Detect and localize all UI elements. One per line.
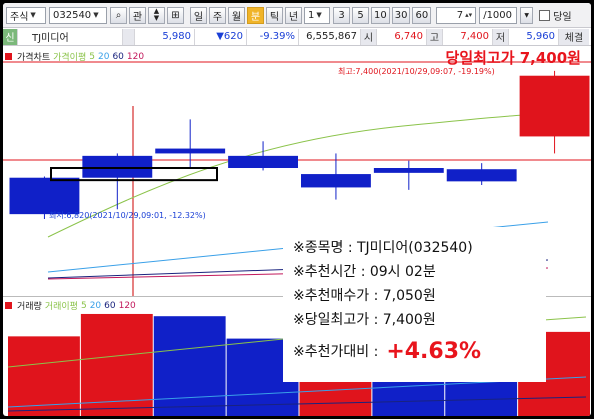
ma120-label: 120 <box>126 51 145 62</box>
high-marker-label: 최고:7,400(2021/10/29,09:07, -19.19%) <box>338 67 495 76</box>
count-input[interactable]: 7 ▴▾ <box>436 6 477 24</box>
volume-ma-label: 거래이평 <box>44 302 78 312</box>
volume-bar <box>153 316 226 416</box>
count-max: /1000 <box>479 6 518 24</box>
volume-legend: 거래량 거래이평 5 20 60 120 <box>5 299 138 312</box>
ma20-label: 20 <box>97 51 110 62</box>
market-select[interactable]: 주식 ▼ <box>6 6 46 24</box>
count-value: 7 <box>456 9 464 21</box>
today-high-headline: 당일최고가 7,400원 <box>445 49 581 67</box>
candle-body <box>446 169 517 182</box>
toolbar: 주식 ▼ 032540 ▼ ⌕ 관 ▲ ▼ ⊞ 일 주 월 분 틱 년 1 ▼ 3 5 … <box>3 3 591 28</box>
vol-ma60-label: 60 <box>104 300 116 311</box>
count-spinner[interactable]: ▼ <box>520 6 534 24</box>
stepper-icon: ▲ ▼ <box>153 7 160 22</box>
interval-10-button[interactable]: 10 <box>371 6 390 24</box>
period-year-tab[interactable]: 년 <box>285 6 302 24</box>
candle-body <box>228 155 298 168</box>
current-price: 5,980 <box>135 28 195 45</box>
legend-swatch <box>5 302 12 309</box>
market-value: 주식 <box>10 11 29 23</box>
period-tick-tab[interactable]: 틱 <box>266 6 283 24</box>
low-price: 5,960 <box>509 28 559 45</box>
candle-body <box>82 155 153 178</box>
candle-body <box>155 148 226 154</box>
interval-5-button[interactable]: 5 <box>352 6 369 24</box>
search-icon: ⌕ <box>115 9 122 21</box>
stock-code-value: 032540 <box>53 9 92 21</box>
legend-swatch <box>5 53 12 60</box>
info-ratio-row: ※추천가대비 : +4.63% <box>293 333 536 369</box>
stock-code-input[interactable]: 032540 ▼ <box>49 6 107 24</box>
high-price: 7,400 <box>443 28 493 45</box>
candle-body <box>519 75 590 137</box>
period-month-tab[interactable]: 월 <box>228 6 245 24</box>
volume-value: 6,555,867 <box>299 28 361 45</box>
price-legend-title: 가격차트 <box>17 53 51 63</box>
recommendation-info-box: ※종목명 : TJ미디어(032540) ※추천시간 : 09시 02분 ※추천… <box>283 227 546 382</box>
change-percent: -9.39% <box>247 28 299 45</box>
low-label: 저 <box>493 28 509 45</box>
credit-flag: 신 <box>3 28 18 45</box>
ma60-label: 60 <box>112 51 124 62</box>
quote-bar: 신 TJ미디어 5,980 ▼620 -9.39% 6,555,867 시 6,… <box>3 28 591 46</box>
price-ma-label: 가격이평 <box>53 53 87 63</box>
execution-button[interactable]: 체결 <box>559 28 589 45</box>
high-label: 고 <box>427 28 443 45</box>
open-label: 시 <box>361 28 377 45</box>
period-week-tab[interactable]: 주 <box>209 6 226 24</box>
vol-ma120-label: 120 <box>118 300 136 311</box>
stock-name: TJ미디어 <box>18 28 123 45</box>
interval-30-button[interactable]: 30 <box>391 6 411 24</box>
chevron-down-icon: ▼ <box>524 11 530 19</box>
vol-ma5-label: 5 <box>80 300 87 311</box>
minute-select[interactable]: 1 ▼ <box>304 6 330 24</box>
open-price: 6,740 <box>377 28 427 45</box>
info-stock-name: ※종목명 : TJ미디어(032540) <box>293 240 473 256</box>
grid-icon: ⊞ <box>171 9 180 21</box>
info-today-high: ※당일최고가 : 7,400원 <box>293 312 436 328</box>
chevron-down-icon: ▼ <box>30 11 36 19</box>
volume-bar <box>80 313 153 416</box>
volume-legend-title: 거래량 <box>17 302 42 312</box>
chevron-down-icon: ▼ <box>93 11 99 19</box>
interval-3-button[interactable]: 3 <box>333 6 350 24</box>
price-legend: 가격차트 가격이평 5 20 60 120 <box>5 50 144 63</box>
info-ratio-label: ※추천가대비 : <box>293 344 379 360</box>
price-change: ▼620 <box>195 28 247 45</box>
ma5-label: 5 <box>89 51 95 62</box>
chevron-down-icon: ▼ <box>316 11 322 19</box>
search-button[interactable]: ⌕ <box>110 6 127 24</box>
vol-ma20-label: 20 <box>89 300 102 311</box>
empty-label <box>123 28 135 45</box>
grid-view-button[interactable]: ⊞ <box>167 6 184 24</box>
info-recommend-time: ※추천시간 : 09시 02분 <box>293 264 436 280</box>
today-label: 당일 <box>553 11 572 23</box>
candle-body <box>301 174 371 188</box>
info-buy-price: ※추천매수가 : 7,050원 <box>293 288 436 304</box>
candle-body <box>373 168 444 173</box>
candle-body <box>9 177 80 215</box>
stepper-icon: ▴▾ <box>465 11 473 19</box>
info-ratio-value: +4.63% <box>386 338 482 364</box>
count-max-value: /1000 <box>483 9 513 21</box>
today-checkbox[interactable] <box>539 9 551 21</box>
period-day-tab[interactable]: 일 <box>190 6 207 24</box>
period-minute-tab[interactable]: 분 <box>247 6 264 24</box>
low-marker-label: 최저:6,820(2021/10/29,09:01, -12.32%) <box>49 211 206 220</box>
stepper-button[interactable]: ▲ ▼ <box>148 6 165 24</box>
watchlist-button[interactable]: 관 <box>129 6 146 24</box>
minute-value: 1 <box>308 9 315 21</box>
interval-60-button[interactable]: 60 <box>412 6 432 24</box>
chart-window: 주식 ▼ 032540 ▼ ⌕ 관 ▲ ▼ ⊞ 일 주 월 분 틱 년 1 ▼ 3 5 … <box>3 3 591 416</box>
